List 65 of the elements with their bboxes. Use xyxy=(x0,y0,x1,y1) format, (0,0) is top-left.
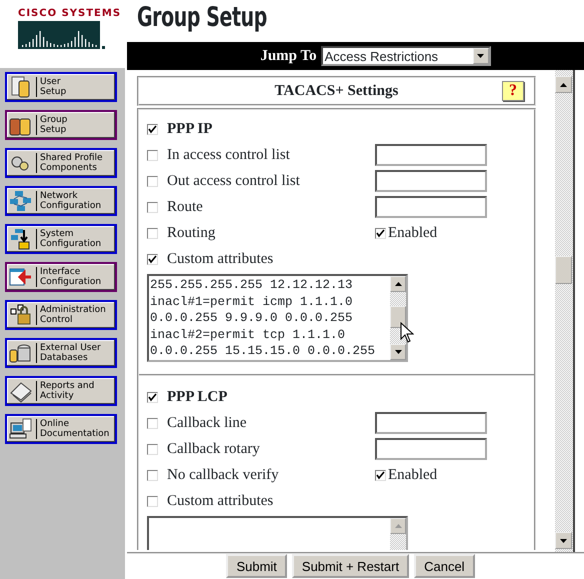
up-arrow-icon xyxy=(394,282,402,286)
option-label: Route xyxy=(167,198,204,216)
jump-to-select[interactable]: Access Restrictions xyxy=(320,46,491,66)
attributes-textarea[interactable] xyxy=(147,516,408,550)
section-title: PPP IP xyxy=(167,120,214,138)
down-arrow-icon xyxy=(394,350,402,354)
down-arrow-icon xyxy=(477,54,484,58)
sidebar-item[interactable]: Administration Control xyxy=(5,300,117,330)
form-button[interactable]: Cancel xyxy=(414,554,475,578)
logo-text: CISCO SYSTEMS xyxy=(18,8,122,20)
option-label: Enabled xyxy=(388,224,438,242)
checkbox[interactable] xyxy=(147,228,158,238)
checkbox[interactable] xyxy=(147,176,158,186)
text-field[interactable] xyxy=(375,144,487,166)
attributes-textarea[interactable]: 255.255.255.255 12.12.12.13 inacl#1=permit icmp 1.1.1.0 0.0.0.255 9.9.9.0 0.0.0.255 inacl#2=permit tcp 1.1.1.0 0.0.0.255 15.15.15.0 0.0.0.255 xyxy=(147,274,408,362)
checkbox[interactable] xyxy=(147,392,158,402)
sidebar-item[interactable]: Online Documentation xyxy=(5,414,117,444)
up-arrow-icon xyxy=(560,82,567,86)
form-button[interactable]: Submit + Restart xyxy=(292,554,410,578)
option-label: No callback verify xyxy=(167,466,280,484)
down-arrow-icon xyxy=(560,538,567,542)
checkbox[interactable] xyxy=(147,418,158,428)
form-button[interactable]: Submit xyxy=(226,554,287,578)
checkbox[interactable] xyxy=(147,124,158,134)
sidebar-item[interactable]: Shared Profile Components xyxy=(5,148,117,178)
jump-to-label: Jump To xyxy=(260,48,317,64)
page-title: Group Setup xyxy=(137,1,267,35)
up-arrow-icon xyxy=(394,524,402,528)
sidebar-item[interactable]: System Configuration xyxy=(5,224,117,254)
checkbox[interactable] xyxy=(375,470,386,480)
checkbox[interactable] xyxy=(147,254,158,264)
sidebar-item[interactable]: Group Setup xyxy=(5,110,117,140)
padlock-icon xyxy=(9,303,33,327)
text-field[interactable] xyxy=(375,170,487,192)
checkbox[interactable] xyxy=(147,150,158,160)
sidebar-item[interactable]: Interface Configuration xyxy=(5,262,117,292)
sidebar-item[interactable]: External User Databases xyxy=(5,338,117,368)
sidebar-item[interactable]: Reports and Activity xyxy=(5,376,117,406)
scroll-thumb[interactable] xyxy=(390,306,406,328)
option-label: Enabled xyxy=(388,466,438,484)
text-field[interactable] xyxy=(375,438,487,460)
cursor-icon xyxy=(400,322,414,343)
option-label: Custom attributes xyxy=(167,250,274,268)
panel-title: TACACS+ Settings xyxy=(274,82,398,100)
checkbox[interactable] xyxy=(147,470,158,480)
network-icon xyxy=(9,189,33,213)
computer-icon xyxy=(9,417,33,441)
option-label: Out access control list xyxy=(167,172,301,190)
section-title: PPP LCP xyxy=(167,388,228,406)
checkbox[interactable] xyxy=(147,496,158,506)
option-label: Routing xyxy=(167,224,216,242)
option-label: Callback rotary xyxy=(167,440,261,458)
help-button[interactable]: ? xyxy=(502,81,524,101)
sidebar-item[interactable]: User Setup xyxy=(5,72,117,102)
checkbox[interactable] xyxy=(147,202,158,212)
option-label: In access control list xyxy=(167,146,291,164)
text-field[interactable] xyxy=(375,196,487,218)
sidebar-item[interactable]: Network Configuration xyxy=(5,186,117,216)
option-label: Callback line xyxy=(167,414,248,432)
scroll-thumb[interactable] xyxy=(555,256,572,284)
option-label: Custom attributes xyxy=(167,492,274,510)
checkbox[interactable] xyxy=(147,444,158,454)
scrollbar[interactable] xyxy=(555,70,573,552)
checkbox[interactable] xyxy=(375,228,386,238)
text-field[interactable] xyxy=(375,412,487,434)
